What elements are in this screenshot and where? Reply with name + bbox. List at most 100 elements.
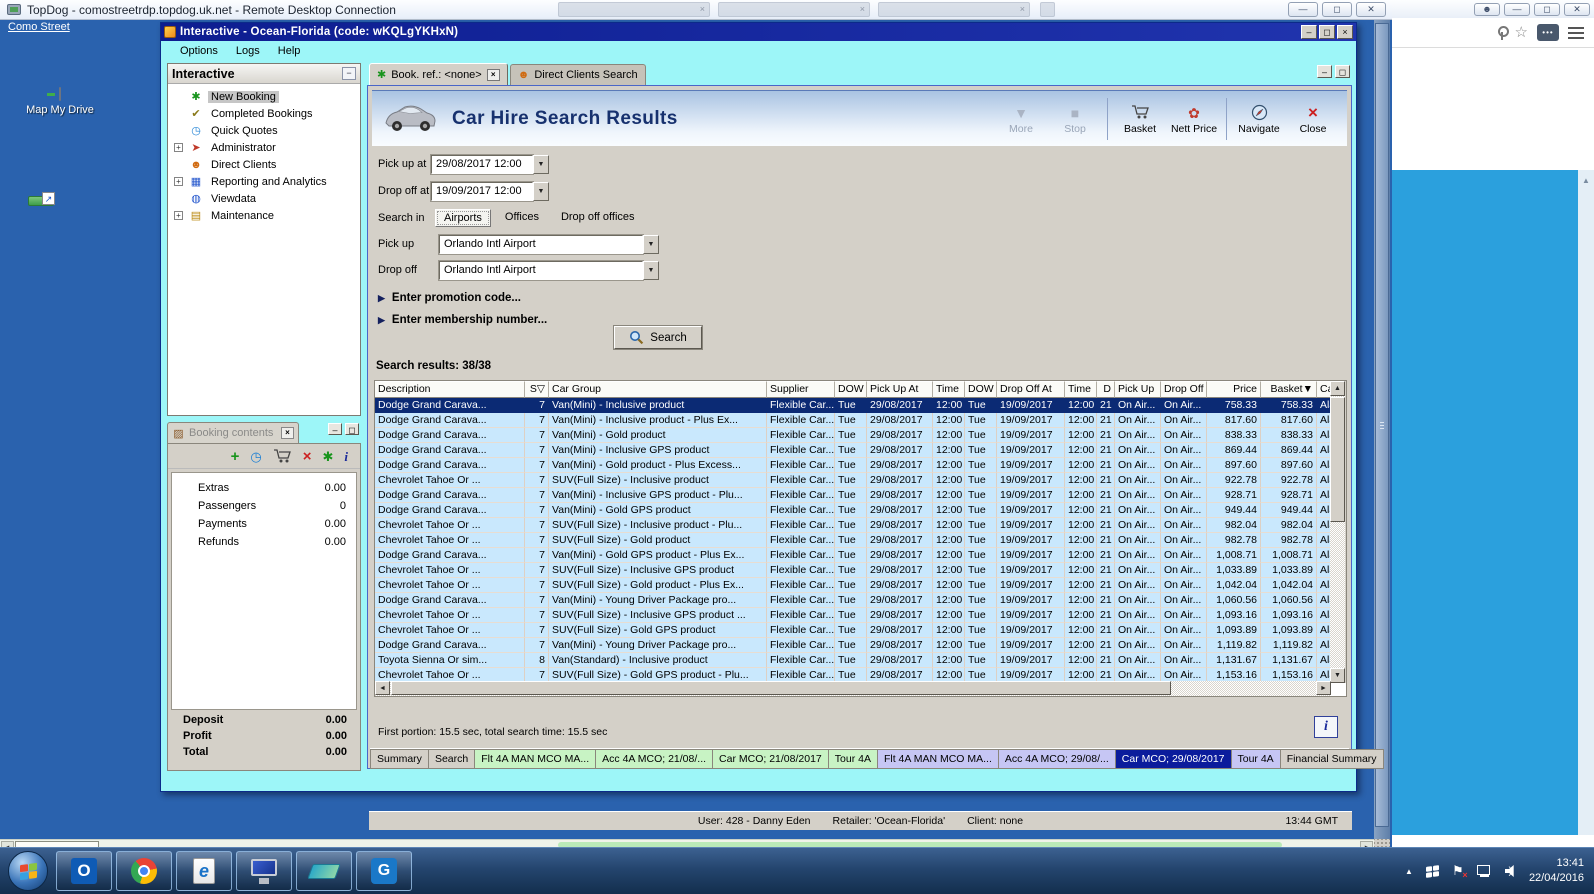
tree-item-maintenance[interactable]: + ▤ Maintenance bbox=[168, 207, 360, 224]
scroll-up-icon[interactable]: ▲ bbox=[1582, 176, 1590, 185]
bottom-tab-car-mco-29-08-2017[interactable]: Car MCO; 29/08/2017 bbox=[1115, 749, 1232, 769]
column-header-description[interactable]: Description bbox=[375, 381, 525, 398]
result-row[interactable]: Dodge Grand Carava... 7 Van(Mini) - Young … bbox=[375, 638, 1331, 653]
close-icon[interactable]: × bbox=[281, 427, 294, 439]
menu-logs[interactable]: Logs bbox=[227, 43, 269, 59]
chevron-down-icon[interactable]: ▼ bbox=[643, 234, 659, 254]
result-row[interactable]: Toyota Sienna Or sim... 8 Van(Standard) - … bbox=[375, 653, 1331, 668]
column-header-supplier[interactable]: Supplier bbox=[767, 381, 835, 398]
menu-options[interactable]: Options bbox=[171, 43, 227, 59]
rdp-restore-button[interactable]: ◻ bbox=[1322, 2, 1352, 17]
network-icon[interactable] bbox=[1476, 865, 1492, 877]
search-in-drop-off-offices[interactable]: Drop off offices bbox=[553, 209, 643, 227]
column-header-drop-off[interactable]: Drop Off bbox=[1161, 381, 1207, 398]
profile-icon[interactable]: ☻ bbox=[1474, 2, 1500, 16]
rdp-vertical-scrollbar[interactable] bbox=[1374, 20, 1390, 839]
result-row[interactable]: Dodge Grand Carava... 7 Van(Mini) - Inclus… bbox=[375, 398, 1331, 413]
doc-minimize-icon[interactable]: – bbox=[1317, 65, 1332, 78]
result-row[interactable]: Dodge Grand Carava... 7 Van(Mini) - Young … bbox=[375, 593, 1331, 608]
column-header-time[interactable]: Time bbox=[1065, 381, 1097, 398]
taskbar-app-chrome[interactable] bbox=[116, 851, 172, 891]
tree-item-new-booking[interactable]: ✱ New Booking bbox=[168, 88, 360, 105]
panel-minimize-icon[interactable]: – bbox=[328, 423, 342, 435]
rdp-vscroll-thumb[interactable] bbox=[1375, 23, 1389, 827]
taskbar-app-rdp[interactable] bbox=[236, 851, 292, 891]
bottom-tab-search[interactable]: Search bbox=[428, 749, 476, 769]
menu-icon[interactable] bbox=[1568, 26, 1584, 39]
taskbar-app-ie[interactable]: e bbox=[176, 851, 232, 891]
bottom-tab-tour-4a[interactable]: Tour 4A bbox=[828, 749, 878, 769]
doc-restore-icon[interactable]: ◻ bbox=[1335, 65, 1350, 78]
chevron-down-icon[interactable]: ▼ bbox=[533, 181, 549, 201]
panel-maximize-icon[interactable]: ◻ bbox=[345, 423, 359, 435]
column-header-price[interactable]: Price bbox=[1207, 381, 1261, 398]
chevron-down-icon[interactable]: ▼ bbox=[643, 260, 659, 280]
key-icon[interactable] bbox=[1497, 25, 1509, 40]
action-center-flag-icon[interactable]: ⚑ × bbox=[1452, 863, 1468, 880]
windows-tray-icon[interactable] bbox=[1425, 864, 1439, 878]
scroll-down-icon[interactable]: ▼ bbox=[1330, 668, 1345, 683]
taskbar-app-outlook[interactable]: O bbox=[56, 851, 112, 891]
search-button[interactable]: Search bbox=[613, 325, 703, 350]
table-horizontal-scrollbar[interactable]: ◄ ► bbox=[375, 681, 1331, 696]
add-icon[interactable]: + bbox=[231, 449, 240, 464]
search-in-offices[interactable]: Offices bbox=[497, 209, 547, 227]
column-header-car-group[interactable]: Car Group bbox=[549, 381, 767, 398]
result-row[interactable]: Dodge Grand Carava... 7 Van(Mini) - Gold p… bbox=[375, 458, 1331, 473]
result-row[interactable]: Dodge Grand Carava... 7 Van(Mini) - Gold G… bbox=[375, 548, 1331, 563]
rdp-close-button[interactable]: ✕ bbox=[1356, 2, 1386, 17]
promotion-code-toggle[interactable]: ▶ Enter promotion code... bbox=[378, 292, 521, 304]
result-row[interactable]: Chevrolet Tahoe Or ... 7 SUV(Full Size) - … bbox=[375, 518, 1331, 533]
result-row[interactable]: Dodge Grand Carava... 7 Van(Mini) - Inclus… bbox=[375, 488, 1331, 503]
result-row[interactable]: Dodge Grand Carava... 7 Van(Mini) - Gold p… bbox=[375, 428, 1331, 443]
booking-contents-tab[interactable]: ▨ Booking contents × bbox=[167, 422, 299, 443]
bottom-tab-car-mco-21-08-2017[interactable]: Car MCO; 21/08/2017 bbox=[713, 749, 829, 769]
app-minimize-button[interactable]: – bbox=[1301, 25, 1317, 39]
desktop-icon-map-my-drive[interactable]: ↗ Map My Drive bbox=[22, 87, 98, 206]
tree-item-completed-bookings[interactable]: ✔ Completed Bookings bbox=[168, 105, 360, 122]
info-icon[interactable]: i bbox=[344, 450, 348, 463]
tree-item-quick-quotes[interactable]: ◷ Quick Quotes bbox=[168, 122, 360, 139]
result-row[interactable]: Chevrolet Tahoe Or ... 7 SUV(Full Size) - … bbox=[375, 623, 1331, 638]
app-close-button[interactable]: × bbox=[1337, 25, 1353, 39]
background-new-tab[interactable] bbox=[1040, 2, 1055, 17]
result-row[interactable]: Chevrolet Tahoe Or ... 7 SUV(Full Size) - … bbox=[375, 473, 1331, 488]
toolbar-close[interactable]: × Close bbox=[1287, 100, 1339, 138]
result-row[interactable]: Chevrolet Tahoe Or ... 7 SUV(Full Size) - … bbox=[375, 533, 1331, 548]
bottom-tab-flt-4a-man-mco-ma[interactable]: Flt 4A MAN MCO MA... bbox=[475, 749, 597, 769]
scroll-right-icon[interactable]: ► bbox=[1316, 681, 1331, 695]
tab-direct-clients-search[interactable]: ☻ Direct Clients Search bbox=[509, 64, 646, 85]
pick-up-field[interactable]: Orlando Intl Airport bbox=[438, 233, 644, 255]
result-row[interactable]: Dodge Grand Carava... 7 Van(Mini) - Gold G… bbox=[375, 503, 1331, 518]
bottom-tab-tour-4a[interactable]: Tour 4A bbox=[1231, 749, 1281, 769]
close-icon[interactable]: × bbox=[486, 68, 500, 81]
search-in-airports[interactable]: Airports bbox=[435, 209, 491, 227]
tree-item-administrator[interactable]: + ➤ Administrator bbox=[168, 139, 360, 156]
column-header-d[interactable]: D bbox=[1097, 381, 1115, 398]
scroll-up-icon[interactable]: ▲ bbox=[1330, 381, 1345, 396]
tree-item-reporting-and-analytics[interactable]: + ▦ Reporting and Analytics bbox=[168, 173, 360, 190]
palm-icon[interactable]: ✱ bbox=[322, 450, 333, 463]
expand-toggle-icon[interactable]: + bbox=[174, 177, 183, 186]
collapse-panel-button[interactable]: − bbox=[342, 67, 356, 80]
column-header-time[interactable]: Time bbox=[933, 381, 965, 398]
column-header-dow[interactable]: DOW bbox=[965, 381, 997, 398]
menu-help[interactable]: Help bbox=[269, 43, 310, 59]
expand-toggle-icon[interactable]: + bbox=[174, 143, 183, 152]
column-header-pick-up-at[interactable]: Pick Up At bbox=[867, 381, 933, 398]
toolbar-basket[interactable]: Basket bbox=[1114, 100, 1166, 138]
column-header-pick-up[interactable]: Pick Up bbox=[1115, 381, 1161, 398]
start-button[interactable] bbox=[8, 851, 48, 891]
table-vscroll-thumb[interactable] bbox=[1330, 397, 1345, 522]
bottom-tab-summary[interactable]: Summary bbox=[370, 749, 429, 769]
column-header-basket[interactable]: Basket▼ bbox=[1261, 381, 1317, 398]
drop-off-field[interactable]: Orlando Intl Airport bbox=[438, 259, 644, 281]
bottom-tab-financial-summary[interactable]: Financial Summary bbox=[1280, 749, 1384, 769]
background-tab[interactable]: × bbox=[558, 2, 710, 17]
membership-number-toggle[interactable]: ▶ Enter membership number... bbox=[378, 314, 547, 326]
result-row[interactable]: Chevrolet Tahoe Or ... 7 SUV(Full Size) - … bbox=[375, 578, 1331, 593]
tray-clock[interactable]: 13:41 22/04/2016 bbox=[1525, 856, 1584, 886]
result-row[interactable]: Dodge Grand Carava... 7 Van(Mini) - Inclus… bbox=[375, 413, 1331, 428]
rdp-minimize-button[interactable]: — bbox=[1288, 2, 1318, 17]
column-header-s[interactable]: S▽ bbox=[525, 381, 549, 398]
